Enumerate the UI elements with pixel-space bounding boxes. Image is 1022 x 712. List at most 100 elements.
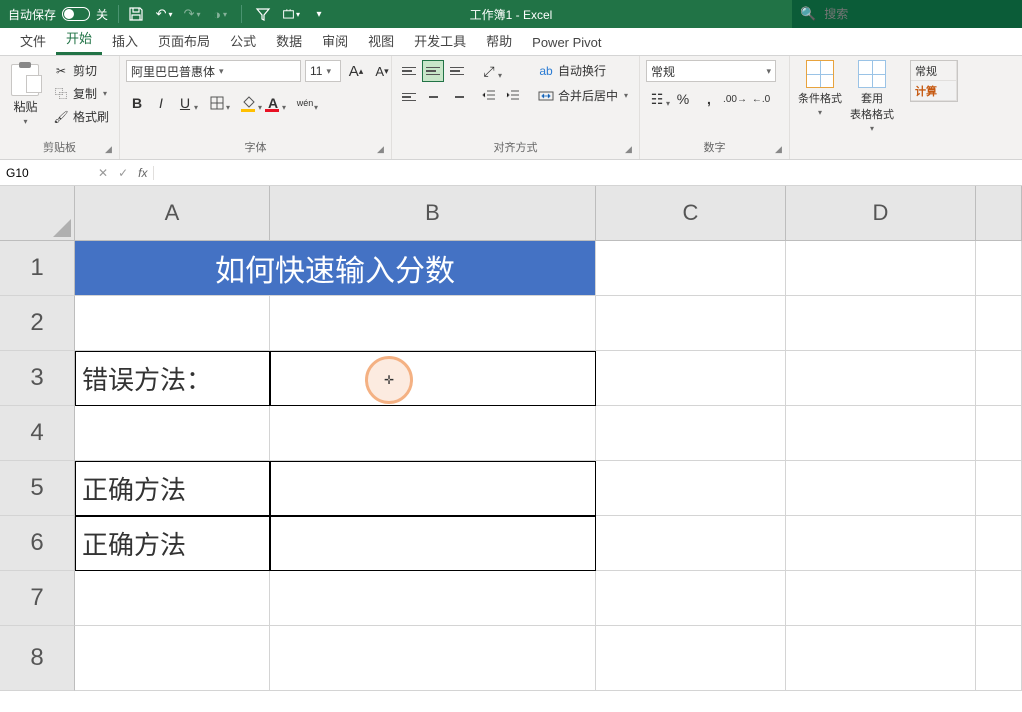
align-center-button[interactable] xyxy=(422,86,444,108)
bold-button[interactable]: B xyxy=(126,92,148,114)
cell[interactable] xyxy=(976,241,1022,296)
cell[interactable] xyxy=(786,296,976,351)
cell-a5[interactable]: 正确方法 xyxy=(75,461,270,516)
decrease-indent-button[interactable] xyxy=(478,84,500,106)
col-header-a[interactable]: A xyxy=(75,186,270,241)
row-header-1[interactable]: 1 xyxy=(0,241,75,296)
name-box[interactable]: ▾ xyxy=(0,166,92,180)
cell[interactable] xyxy=(270,571,596,626)
cell-title-merged[interactable]: 如何快速输入分数 xyxy=(75,241,596,296)
cell-a6[interactable]: 正确方法 xyxy=(75,516,270,571)
search-box[interactable]: 🔍 xyxy=(792,0,1022,28)
tab-powerpivot[interactable]: Power Pivot xyxy=(522,29,611,55)
wrap-text-button[interactable]: ab自动换行 xyxy=(534,60,632,81)
dialog-launcher-icon[interactable]: ◢ xyxy=(377,144,389,156)
formula-input[interactable] xyxy=(154,166,1022,180)
cell[interactable] xyxy=(596,461,786,516)
align-right-button[interactable] xyxy=(446,86,468,108)
row-header-4[interactable]: 4 xyxy=(0,406,75,461)
cell[interactable] xyxy=(786,571,976,626)
tab-home[interactable]: 开始 xyxy=(56,22,102,55)
fill-color-button[interactable]: ▾ xyxy=(238,92,260,114)
dialog-launcher-icon[interactable]: ◢ xyxy=(625,144,637,156)
row-header-2[interactable]: 2 xyxy=(0,296,75,351)
screenshot-icon[interactable]: ▾ xyxy=(282,5,300,23)
col-header-c[interactable]: C xyxy=(596,186,786,241)
cell-b3[interactable] xyxy=(270,351,596,406)
tab-layout[interactable]: 页面布局 xyxy=(148,25,220,55)
increase-indent-button[interactable] xyxy=(502,84,524,106)
col-header-b[interactable]: B xyxy=(270,186,596,241)
number-format-combo[interactable]: 常规▾ xyxy=(646,60,776,82)
cell[interactable] xyxy=(75,406,270,461)
tab-insert[interactable]: 插入 xyxy=(102,25,148,55)
cell[interactable] xyxy=(976,406,1022,461)
align-top-button[interactable] xyxy=(398,60,420,82)
touch-mode-icon[interactable]: ◑▾ xyxy=(211,5,229,23)
tab-view[interactable]: 视图 xyxy=(358,25,404,55)
cell[interactable] xyxy=(75,296,270,351)
cell[interactable] xyxy=(786,626,976,691)
cell[interactable] xyxy=(596,351,786,406)
cell[interactable] xyxy=(976,571,1022,626)
cancel-formula-icon[interactable]: ✕ xyxy=(98,166,108,180)
col-header-e[interactable] xyxy=(976,186,1022,241)
select-all-button[interactable] xyxy=(0,186,75,241)
col-header-d[interactable]: D xyxy=(786,186,976,241)
copy-button[interactable]: ⿻复制▾ xyxy=(49,83,113,104)
row-header-3[interactable]: 3 xyxy=(0,351,75,406)
redo-icon[interactable]: ↷▾ xyxy=(183,5,201,23)
undo-icon[interactable]: ↶▾ xyxy=(155,5,173,23)
font-size-combo[interactable]: 11▾ xyxy=(305,60,341,82)
filter-icon[interactable] xyxy=(254,5,272,23)
comma-button[interactable]: , xyxy=(698,88,720,110)
style-calc[interactable]: 计算 xyxy=(911,81,957,101)
spreadsheet-grid[interactable]: A B C D 1 2 3 4 5 6 7 8 xyxy=(0,186,1022,712)
cell[interactable] xyxy=(786,516,976,571)
format-painter-button[interactable]: 🖌格式刷 xyxy=(49,106,113,127)
cell-a3[interactable]: 错误方法： xyxy=(75,351,270,406)
cell[interactable] xyxy=(596,406,786,461)
font-name-combo[interactable]: 阿里巴巴普惠体▾ xyxy=(126,60,301,82)
dialog-launcher-icon[interactable]: ◢ xyxy=(775,144,787,156)
conditional-format-button[interactable]: 条件格式 ▾ xyxy=(796,60,844,117)
cell[interactable] xyxy=(786,351,976,406)
dialog-launcher-icon[interactable]: ◢ xyxy=(105,144,117,156)
phonetic-button[interactable]: wén▾ xyxy=(294,92,316,114)
cell[interactable] xyxy=(596,241,786,296)
qat-customize-icon[interactable]: ▾ xyxy=(310,5,328,23)
decrease-font-icon[interactable]: A▾ xyxy=(371,60,393,82)
underline-button[interactable]: U▾ xyxy=(174,92,196,114)
cell[interactable] xyxy=(786,241,976,296)
align-middle-button[interactable] xyxy=(422,60,444,82)
cell[interactable] xyxy=(75,571,270,626)
autosave-toggle[interactable]: 自动保存 关 xyxy=(0,6,116,23)
align-left-button[interactable] xyxy=(398,86,420,108)
style-normal[interactable]: 常规 xyxy=(911,61,957,81)
row-header-8[interactable]: 8 xyxy=(0,626,75,691)
cell-styles-gallery[interactable]: 常规 计算 xyxy=(910,60,958,102)
cell[interactable] xyxy=(270,296,596,351)
paste-button[interactable]: 粘贴 ▾ xyxy=(6,60,45,126)
cell[interactable] xyxy=(976,461,1022,516)
cell[interactable] xyxy=(976,351,1022,406)
cell[interactable] xyxy=(976,516,1022,571)
enter-formula-icon[interactable]: ✓ xyxy=(118,166,128,180)
cell[interactable] xyxy=(596,296,786,351)
increase-decimal-button[interactable]: .00→ xyxy=(724,88,746,110)
tab-review[interactable]: 审阅 xyxy=(312,25,358,55)
border-button[interactable]: ▾ xyxy=(206,92,228,114)
cell-b6[interactable] xyxy=(270,516,596,571)
percent-button[interactable]: % xyxy=(672,88,694,110)
cell-b5[interactable] xyxy=(270,461,596,516)
cell[interactable] xyxy=(786,461,976,516)
save-icon[interactable] xyxy=(127,5,145,23)
row-header-7[interactable]: 7 xyxy=(0,571,75,626)
cell[interactable] xyxy=(976,296,1022,351)
table-format-button[interactable]: 套用 表格格式 ▾ xyxy=(848,60,896,133)
cell[interactable] xyxy=(596,571,786,626)
tab-formulas[interactable]: 公式 xyxy=(220,25,266,55)
align-bottom-button[interactable] xyxy=(446,60,468,82)
decrease-decimal-button[interactable]: ←.0 xyxy=(750,88,772,110)
tab-help[interactable]: 帮助 xyxy=(476,25,522,55)
